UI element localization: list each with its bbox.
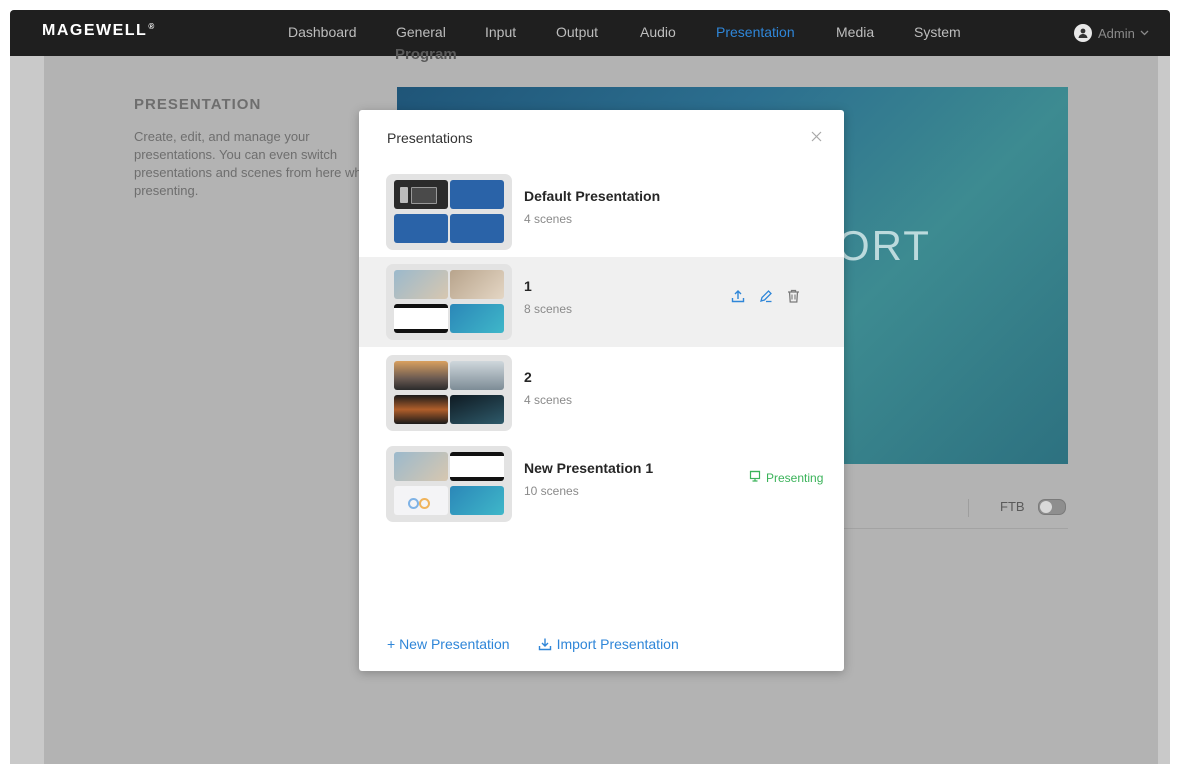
top-navigation-bar: MAGEWELL® Dashboard General Input Output… — [10, 10, 1170, 56]
scene-thumb — [450, 486, 504, 515]
presenting-status: Presenting — [749, 470, 823, 485]
new-presentation-button[interactable]: + New Presentation — [387, 636, 510, 652]
scene-thumb — [450, 304, 504, 333]
scene-thumb — [394, 270, 448, 299]
presentation-item[interactable]: 1 8 scenes — [359, 257, 844, 347]
delete-icon[interactable] — [787, 289, 800, 303]
dialog-title: Presentations — [387, 130, 473, 146]
import-icon — [538, 637, 552, 651]
scene-thumb — [450, 452, 504, 481]
scene-thumb — [394, 180, 448, 209]
logo-registered-mark: ® — [148, 22, 156, 31]
chevron-down-icon — [1140, 28, 1149, 38]
program-label: Program — [395, 46, 457, 63]
presentation-item[interactable]: 2 4 scenes — [359, 348, 844, 438]
nav-output[interactable]: Output — [556, 24, 598, 40]
row-actions — [731, 289, 800, 303]
scene-thumb — [394, 452, 448, 481]
ftb-label: FTB — [1000, 499, 1025, 514]
scene-thumb — [450, 395, 504, 424]
presentation-thumbnail — [386, 264, 512, 340]
import-presentation-button[interactable]: Import Presentation — [538, 636, 679, 652]
divider — [968, 499, 969, 517]
nav-audio[interactable]: Audio — [640, 24, 676, 40]
nav-dashboard[interactable]: Dashboard — [288, 24, 357, 40]
scene-thumb — [450, 214, 504, 243]
divider-line — [830, 528, 1068, 529]
presenting-icon — [749, 470, 761, 485]
scene-thumb — [394, 214, 448, 243]
presenting-label: Presenting — [766, 470, 824, 485]
presentations-dialog: Presentations Default Presentation 4 sce… — [359, 110, 844, 671]
export-icon[interactable] — [731, 289, 745, 303]
nav-input[interactable]: Input — [485, 24, 516, 40]
toggle-knob — [1040, 501, 1052, 513]
presentation-name: 2 — [524, 369, 532, 385]
scene-thumb — [394, 361, 448, 390]
scene-thumb — [394, 304, 448, 333]
scene-thumb — [450, 270, 504, 299]
scene-thumb — [394, 486, 448, 515]
app-window: MAGEWELL® Dashboard General Input Output… — [10, 10, 1170, 764]
scene-thumb — [394, 395, 448, 424]
user-avatar-icon — [1074, 24, 1092, 42]
section-title: PRESENTATION — [134, 96, 262, 113]
logo-text: MAGEWELL — [42, 22, 148, 39]
scene-count: 4 scenes — [524, 212, 573, 226]
dialog-footer: + New Presentation Import Presentation — [387, 636, 679, 652]
section-description: Create, edit, and manage your presentati… — [134, 129, 375, 198]
user-menu[interactable]: Admin — [1074, 22, 1149, 44]
scene-count: 10 scenes — [524, 484, 579, 498]
ftb-toggle[interactable] — [1038, 499, 1066, 515]
close-icon[interactable] — [804, 124, 828, 148]
nav-media[interactable]: Media — [836, 24, 874, 40]
presentation-name: 1 — [524, 278, 532, 294]
user-name: Admin — [1098, 25, 1135, 41]
presentation-name: Default Presentation — [524, 188, 661, 204]
scene-thumb — [450, 180, 504, 209]
nav-system[interactable]: System — [914, 24, 961, 40]
presentation-thumbnail — [386, 355, 512, 431]
edit-icon[interactable] — [759, 289, 773, 303]
nav-general[interactable]: General — [396, 24, 446, 40]
nav-presentation[interactable]: Presentation — [716, 24, 795, 40]
preview-text: ORT — [837, 222, 931, 269]
scene-thumb — [450, 361, 504, 390]
presentation-thumbnail — [386, 174, 512, 250]
presentation-item[interactable]: New Presentation 1 10 scenes Presenting — [359, 439, 844, 529]
presentation-thumbnail — [386, 446, 512, 522]
presentation-item[interactable]: Default Presentation 4 scenes — [359, 167, 844, 257]
magewell-logo[interactable]: MAGEWELL® — [42, 22, 156, 40]
presentation-name: New Presentation 1 — [524, 460, 654, 476]
scene-count: 8 scenes — [524, 302, 573, 316]
scene-count: 4 scenes — [524, 393, 573, 407]
import-presentation-label: Import Presentation — [556, 636, 679, 652]
